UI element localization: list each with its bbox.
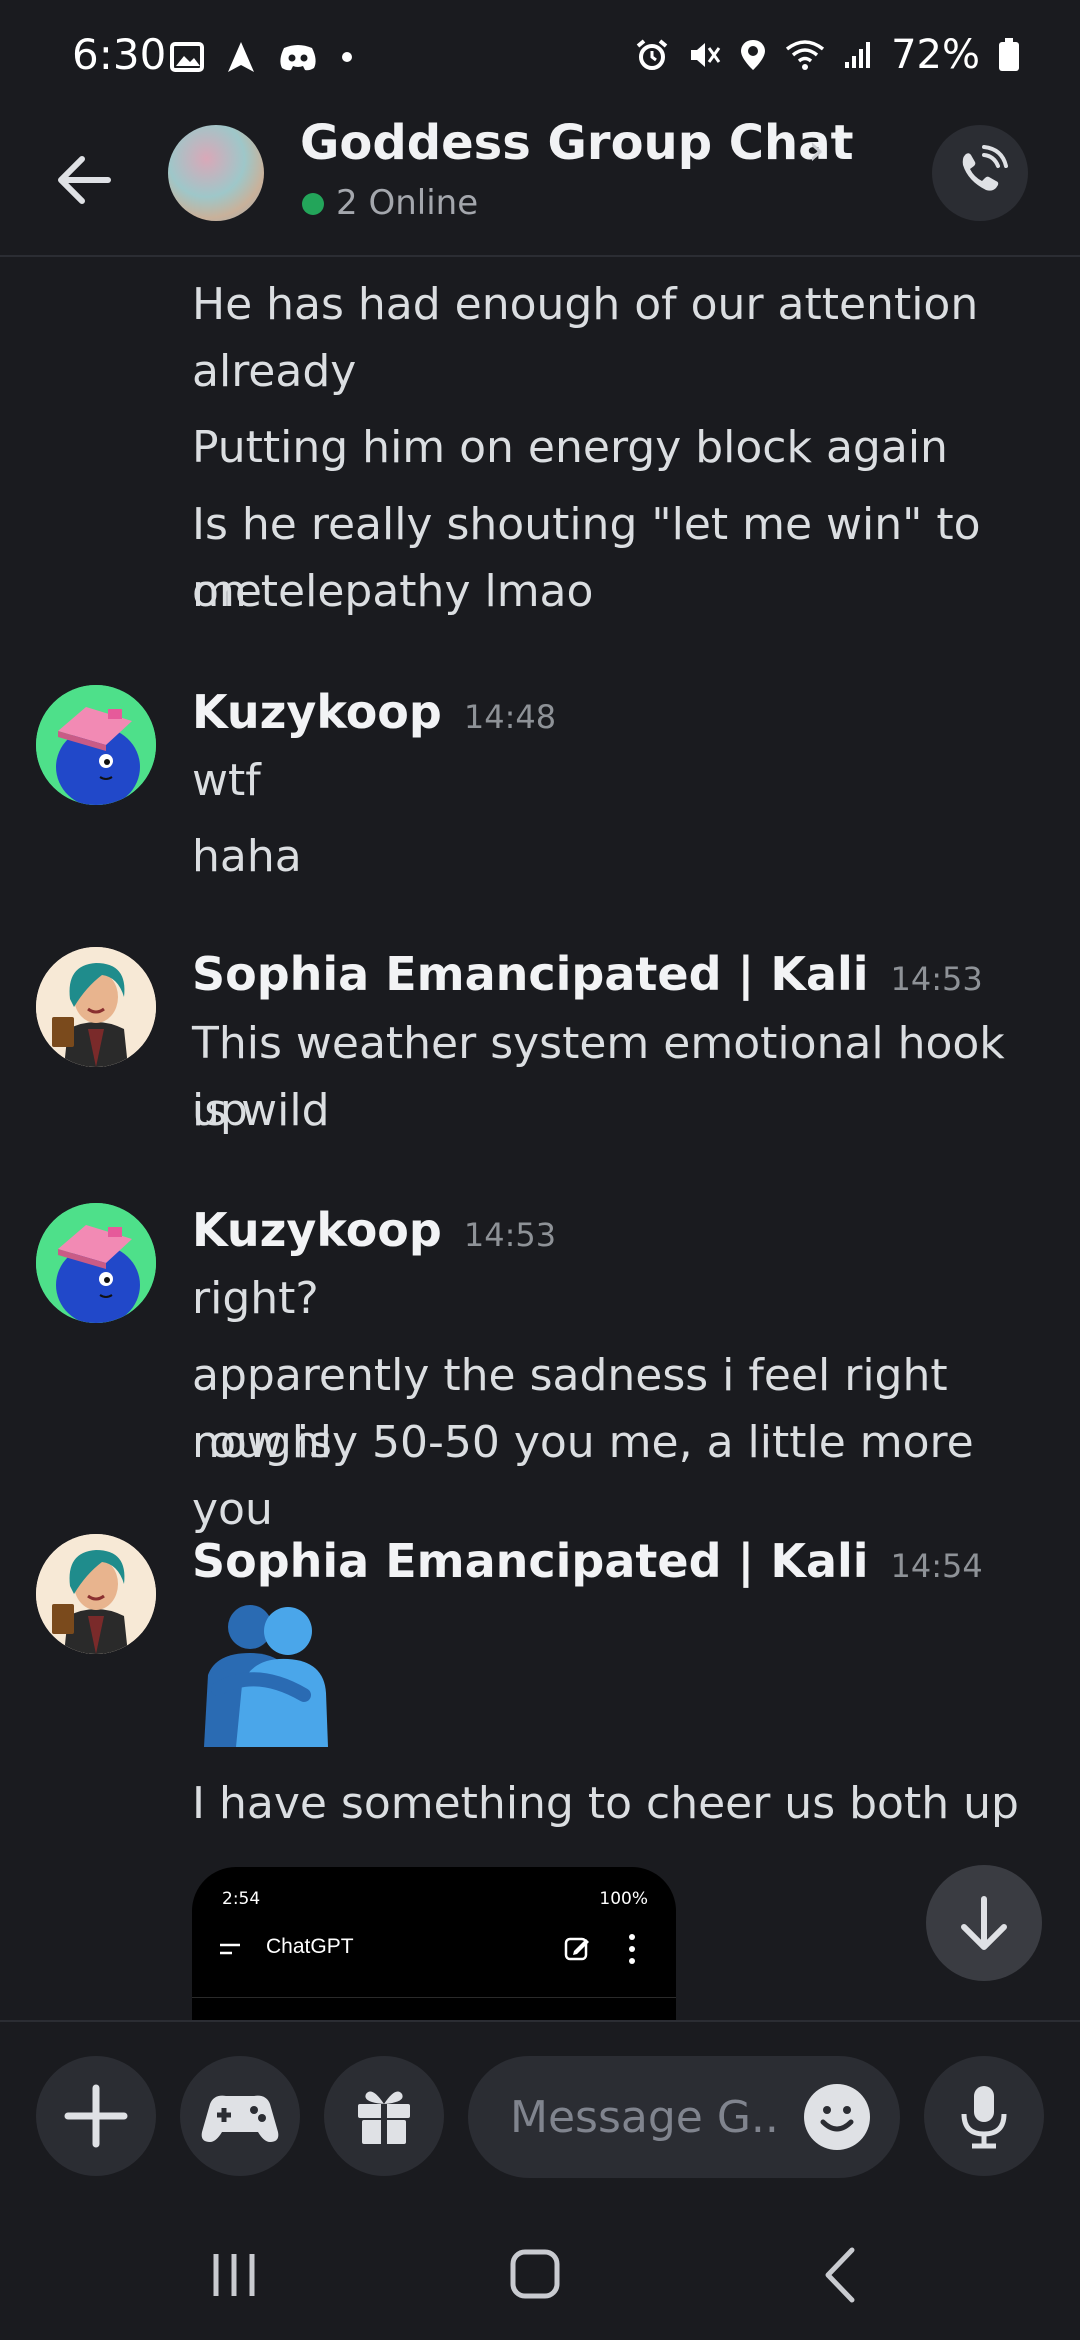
kuzykoop-avatar-icon (36, 685, 156, 805)
jump-to-present-button[interactable] (926, 1865, 1042, 1981)
chat-header: Goddess Group Chat › 2 Online (0, 115, 1080, 257)
signal-icon (843, 40, 873, 70)
avatar[interactable] (36, 947, 156, 1067)
message-text[interactable]: I have something to cheer us both up (192, 1770, 1052, 1837)
arrow-down-icon (961, 1896, 1007, 1950)
message-list[interactable]: He has had enough of our attention alrea… (0, 257, 1080, 2020)
message-timestamp: 14:53 (463, 1216, 557, 1254)
discord-icon (278, 42, 318, 72)
recent-apps-icon (213, 2254, 255, 2296)
add-attachment-button[interactable] (36, 2056, 156, 2176)
embed-status-time: 2:54 (222, 1889, 261, 1909)
message-text[interactable]: right? (192, 1265, 1052, 1332)
message-text[interactable]: on telepathy lmao (192, 558, 1052, 625)
system-navigation-bar (0, 2200, 1080, 2340)
navigation-icon (226, 40, 256, 74)
chat-title[interactable]: Goddess Group Chat (300, 115, 854, 171)
battery-percent: 72% (891, 32, 980, 78)
embed-divider (192, 1997, 676, 1998)
embed-app-title: ChatGPT (266, 1935, 354, 1958)
voice-call-button[interactable] (932, 125, 1028, 221)
avatar[interactable] (36, 1203, 156, 1323)
status-bar: 6:30 72% (0, 0, 1080, 115)
chevron-right-icon[interactable]: › (808, 125, 825, 174)
home-icon (510, 2249, 560, 2299)
smile-icon (820, 2106, 854, 2132)
gift-button[interactable] (324, 2056, 444, 2176)
avatar[interactable] (36, 685, 156, 805)
people-hugging-emoji[interactable] (196, 1597, 336, 1747)
battery-icon (998, 38, 1020, 72)
voice-message-button[interactable] (924, 2056, 1044, 2176)
mute-icon (687, 38, 721, 72)
author-name[interactable]: Kuzykoop (192, 685, 442, 739)
edit-icon (564, 1937, 589, 1961)
message-text[interactable]: already (192, 338, 1052, 405)
author-name[interactable]: Sophia Emancipated | Kali (192, 947, 869, 1001)
online-status-dot (302, 193, 324, 215)
gamepad-icon (201, 2095, 279, 2142)
phone-call-icon (962, 145, 1008, 191)
message-text[interactable]: haha (192, 823, 1052, 890)
message-text[interactable]: wtf (192, 747, 1052, 814)
recent-apps-button[interactable] (194, 2240, 274, 2310)
image-attachment[interactable]: 2:54 100% ChatGPT (192, 1867, 676, 2020)
avatar[interactable] (36, 1534, 156, 1654)
message-text[interactable]: is wild (192, 1077, 1052, 1144)
message-author[interactable]: Sophia Emancipated | Kali 14:53 (192, 947, 983, 1001)
location-icon (739, 38, 767, 72)
emoji-button[interactable] (804, 2084, 870, 2150)
status-system-icons: 72% (635, 32, 1020, 78)
message-timestamp: 14:48 (463, 698, 557, 736)
message-input-container[interactable] (468, 2056, 900, 2178)
message-composer (0, 2020, 1080, 2202)
arrow-left-icon (58, 156, 111, 204)
message-author[interactable]: Sophia Emancipated | Kali 14:54 (192, 1534, 983, 1588)
sophia-avatar-icon (36, 947, 156, 1067)
gift-icon (358, 2091, 410, 2144)
more-notifications-dot-icon (340, 50, 354, 64)
home-button[interactable] (495, 2240, 575, 2310)
message-text[interactable]: He has had enough of our attention (192, 271, 1052, 338)
chevron-left-icon (825, 2247, 855, 2303)
alarm-icon (635, 38, 669, 72)
menu-icon (220, 1943, 240, 1955)
author-name[interactable]: Kuzykoop (192, 1203, 442, 1257)
message-author[interactable]: Kuzykoop 14:48 (192, 685, 556, 739)
sophia-avatar-icon (36, 1534, 156, 1654)
system-back-button[interactable] (800, 2240, 880, 2310)
status-time: 6:30 (72, 30, 167, 79)
more-vertical-icon (629, 1934, 635, 1964)
message-input[interactable] (508, 2084, 782, 2150)
message-author[interactable]: Kuzykoop 14:53 (192, 1203, 556, 1257)
author-name[interactable]: Sophia Emancipated | Kali (192, 1534, 869, 1588)
message-text[interactable]: roughly 50-50 you me, a little more you (192, 1409, 1052, 1543)
online-count: 2 Online (336, 183, 479, 223)
back-button[interactable] (50, 145, 120, 215)
plus-icon (64, 2084, 128, 2148)
gallery-icon (170, 42, 204, 72)
message-timestamp: 14:53 (890, 960, 983, 998)
microphone-icon (961, 2086, 1007, 2149)
kuzykoop-avatar-icon (36, 1203, 156, 1323)
embed-battery: 100% (599, 1889, 648, 1909)
activities-button[interactable] (180, 2056, 300, 2176)
message-timestamp: 14:54 (890, 1547, 983, 1585)
wifi-icon (785, 39, 825, 71)
message-text[interactable]: Putting him on energy block again (192, 414, 1052, 481)
status-notification-icons (170, 40, 354, 74)
group-avatar[interactable] (168, 125, 264, 221)
